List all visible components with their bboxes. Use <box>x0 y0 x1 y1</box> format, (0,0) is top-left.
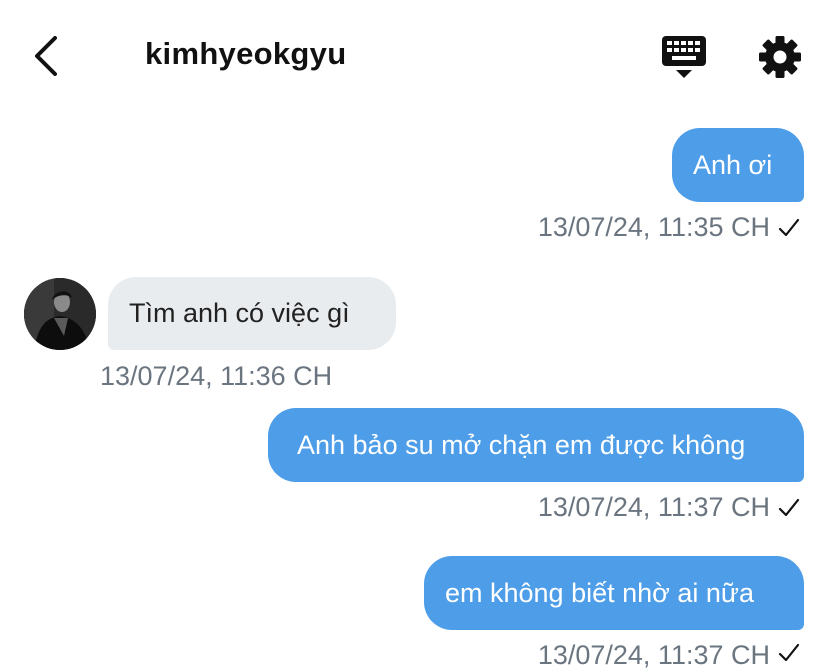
checkmark-icon <box>778 498 800 517</box>
message-timestamp: 13/07/24, 11:35 CH <box>537 212 770 242</box>
profile-photo <box>24 278 96 350</box>
message-bubble-outgoing[interactable]: Anh ơi <box>672 128 804 202</box>
message-bubble-outgoing[interactable]: Anh bảo su mở chặn em được không <box>268 408 804 482</box>
message-bubble-outgoing[interactable]: em không biết nhờ ai nữa <box>424 556 804 630</box>
message-timestamp: 13/07/24, 11:36 CH <box>100 361 333 391</box>
keyboard-hide-icon <box>662 36 706 78</box>
message-timestamp: 13/07/24, 11:37 CH <box>537 492 770 522</box>
settings-button[interactable] <box>757 34 803 80</box>
contact-avatar[interactable] <box>24 278 96 350</box>
chevron-left-icon <box>35 36 57 76</box>
message-text: em không biết nhờ ai nữa <box>445 577 754 608</box>
checkmark-icon <box>778 218 800 237</box>
message-text: Tìm anh có việc gì <box>129 298 350 328</box>
back-button[interactable] <box>26 32 66 80</box>
message-text: Anh bảo su mở chặn em được không <box>297 429 746 460</box>
message-timestamp: 13/07/24, 11:37 CH <box>537 640 770 670</box>
checkmark-icon <box>778 643 800 662</box>
chat-header: kimhyeokgyu <box>0 0 828 110</box>
message-text: Anh ơi <box>693 149 773 180</box>
keyboard-toggle-button[interactable] <box>660 34 708 80</box>
message-bubble-incoming[interactable]: Tìm anh có việc gì <box>108 277 396 350</box>
chat-title: kimhyeokgyu <box>145 36 347 71</box>
gear-icon <box>759 36 801 78</box>
